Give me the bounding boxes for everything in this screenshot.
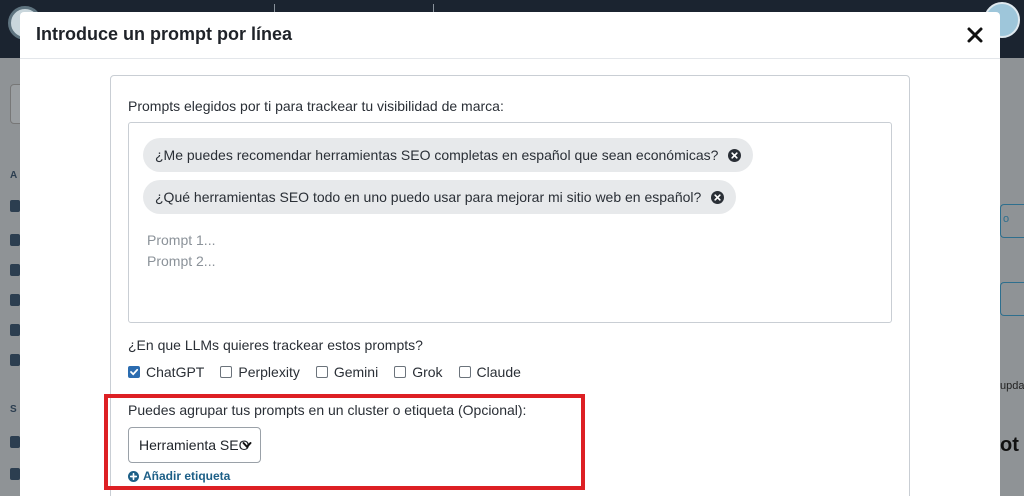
checkbox-box[interactable] [394, 366, 407, 378]
checkbox-label: Grok [412, 364, 443, 380]
background-button [1000, 282, 1024, 316]
prompts-label: Prompts elegidos por ti para trackear tu… [128, 98, 504, 114]
remove-chip-icon[interactable] [728, 148, 742, 162]
modal-title: Introduce un prompt por línea [36, 24, 292, 44]
modal-header: Introduce un prompt por línea [20, 12, 1000, 59]
background-update-text: upda [1000, 380, 1024, 392]
remove-chip-icon[interactable] [711, 190, 725, 204]
checkbox-perplexity[interactable]: Perplexity [220, 364, 300, 380]
prompt-chip-text: ¿Me puedes recomendar herramientas SEO c… [155, 147, 719, 163]
prompt-textarea[interactable]: ¿Me puedes recomendar herramientas SEO c… [128, 122, 892, 323]
image-icon [10, 354, 20, 366]
background-right-panel: o upda ot [1000, 58, 1024, 496]
background-button-text: o [1003, 213, 1010, 225]
check-icon [130, 368, 139, 376]
llm-checkbox-group: ChatGPT Perplexity Gemini Grok Claude [128, 364, 521, 380]
prompt-chip[interactable]: ¿Me puedes recomendar herramientas SEO c… [143, 138, 754, 172]
prompt-chip-text: ¿Qué herramientas SEO todo en uno puedo … [155, 189, 702, 205]
prompt-placeholder: Prompt 2... [147, 253, 216, 269]
edit-icon [10, 468, 20, 480]
background-sidebar: A S [0, 58, 30, 496]
background-section-label: A [10, 170, 18, 181]
prompt-placeholder: Prompt 1... [147, 232, 216, 248]
checkbox-box[interactable] [220, 366, 233, 378]
background-button: o [1000, 204, 1024, 238]
chart-icon [10, 264, 20, 276]
checkbox-box[interactable] [458, 366, 471, 378]
checkbox-chatgpt[interactable]: ChatGPT [128, 364, 204, 380]
checkbox-label: Claude [476, 364, 521, 380]
filter-icon [10, 294, 20, 306]
nav-icon [10, 200, 20, 212]
prompt-chip[interactable]: ¿Qué herramientas SEO todo en uno puedo … [143, 180, 737, 214]
checkbox-box[interactable] [315, 366, 328, 378]
close-button[interactable] [964, 24, 986, 46]
background-heading: ot [1000, 434, 1019, 456]
highlight-box [104, 394, 585, 490]
close-icon [967, 27, 983, 43]
book-icon [10, 324, 20, 336]
document-icon [10, 234, 20, 246]
background-section-label: S [10, 404, 17, 415]
checkbox-gemini[interactable]: Gemini [315, 364, 379, 380]
checkbox-label: Perplexity [238, 364, 300, 380]
checkbox-box[interactable] [128, 366, 140, 378]
checkbox-label: ChatGPT [146, 364, 205, 380]
checkbox-grok[interactable]: Grok [394, 364, 443, 380]
tag-icon [10, 436, 20, 448]
checkbox-claude[interactable]: Claude [458, 364, 521, 380]
llms-label: ¿En que LLMs quieres trackear estos prom… [128, 337, 423, 353]
checkbox-label: Gemini [333, 364, 379, 380]
